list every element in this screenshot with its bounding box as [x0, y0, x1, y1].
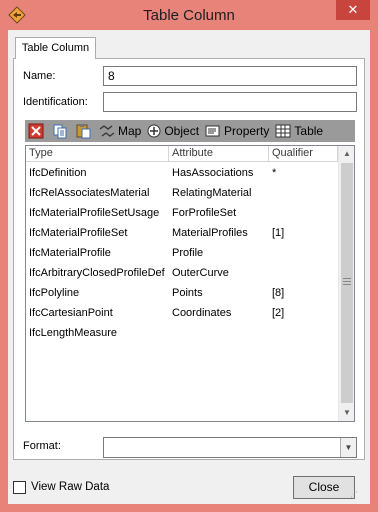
table-row[interactable]: IfcPolyline Points [8] [26, 283, 338, 303]
grid-toolbar: Map Object Property Table [25, 120, 355, 142]
view-raw-data-checkbox[interactable] [13, 481, 26, 494]
close-button[interactable]: Close [293, 476, 355, 499]
cell-attribute: OuterCurve [172, 267, 229, 279]
cell-attribute: RelatingMaterial [172, 187, 252, 199]
cell-attribute: Coordinates [172, 307, 232, 319]
format-label: Format: [23, 440, 61, 452]
cell-type: IfcMaterialProfile [29, 247, 111, 259]
cell-qualifier [269, 323, 338, 343]
map-button[interactable]: Map [99, 124, 141, 138]
grip-icon [343, 278, 351, 285]
grid-rows: IfcDefinition HasAssociations * IfcRelAs… [26, 163, 338, 343]
cell-qualifier [269, 183, 338, 203]
column-header-qualifier[interactable]: Qualifier [269, 146, 338, 162]
table-button[interactable]: Table [275, 124, 323, 138]
cell-type: IfcPolyline [29, 287, 80, 299]
cell-qualifier [269, 203, 338, 223]
table-row[interactable]: IfcRelAssociatesMaterial RelatingMateria… [26, 183, 338, 203]
object-label: Object [164, 124, 200, 138]
table-row[interactable]: IfcMaterialProfileSetUsage ForProfileSet [26, 203, 338, 223]
format-select[interactable]: ▼ [103, 437, 357, 458]
tab-table-column[interactable]: Table Column [15, 37, 96, 59]
identification-field[interactable] [103, 92, 357, 112]
table-row[interactable]: IfcLengthMeasure [26, 323, 338, 343]
cell-attribute: Points [172, 287, 203, 299]
grid-header: Type Attribute Qualifier [26, 146, 338, 162]
identification-label: Identification: [23, 96, 88, 108]
object-button[interactable]: Object [147, 124, 199, 138]
name-field[interactable]: 8 [103, 66, 357, 86]
cell-qualifier: [8] [272, 287, 285, 299]
cell-qualifier: [2] [272, 307, 285, 319]
dialog-client: Table Column Name: 8 Identification: For… [8, 30, 370, 504]
cell-attribute: HasAssociations [172, 167, 254, 179]
close-window-button[interactable]: ✕ [336, 0, 370, 20]
property-label: Property [224, 124, 270, 138]
map-icon [99, 125, 115, 137]
cell-type: IfcLengthMeasure [29, 327, 118, 339]
paste-icon[interactable] [75, 122, 93, 140]
name-label: Name: [23, 70, 56, 82]
scroll-down-icon[interactable]: ▼ [339, 405, 355, 421]
vertical-scrollbar[interactable]: ▲ ▼ [338, 146, 354, 421]
cell-qualifier: [1] [272, 227, 285, 239]
cell-type: IfcDefinition [29, 167, 87, 179]
property-button[interactable]: Property [205, 124, 269, 138]
delete-icon[interactable] [27, 122, 45, 140]
cell-attribute: Profile [172, 247, 204, 259]
column-grid[interactable]: Type Attribute Qualifier IfcDefinition H… [25, 145, 355, 422]
cell-attribute: ForProfileSet [172, 207, 237, 219]
object-icon [147, 124, 161, 138]
table-label: Table [294, 124, 324, 138]
copy-icon[interactable] [51, 122, 69, 140]
cell-type: IfcCartesianPoint [29, 307, 113, 319]
table-row[interactable]: IfcDefinition HasAssociations * [26, 163, 338, 183]
cell-qualifier [269, 243, 338, 263]
cell-attribute [169, 323, 269, 343]
view-raw-data-label[interactable]: View Raw Data [31, 481, 109, 493]
title-bar: Table Column ✕ [0, 0, 378, 30]
cell-type: IfcMaterialProfileSet [29, 227, 128, 239]
table-row[interactable]: IfcMaterialProfile Profile [26, 243, 338, 263]
scroll-up-icon[interactable]: ▲ [339, 146, 355, 162]
column-header-attribute[interactable]: Attribute [169, 146, 269, 162]
resize-grip-icon[interactable]: ⋰ [350, 490, 364, 502]
property-icon [205, 125, 220, 137]
cell-type: IfcRelAssociatesMaterial [29, 187, 150, 199]
map-label: Map [118, 124, 142, 138]
scrollbar-thumb[interactable] [341, 163, 353, 403]
table-row[interactable]: IfcArbitraryClosedProfileDef OuterCurve [26, 263, 338, 283]
dropdown-arrow-icon[interactable]: ▼ [340, 438, 356, 457]
window-title: Table Column [143, 7, 235, 24]
table-row[interactable]: IfcMaterialProfileSet MaterialProfiles [… [26, 223, 338, 243]
table-icon [275, 124, 291, 138]
cell-qualifier [269, 263, 338, 283]
cell-type: IfcMaterialProfileSetUsage [29, 207, 160, 219]
table-row[interactable]: IfcCartesianPoint Coordinates [2] [26, 303, 338, 323]
cell-attribute: MaterialProfiles [172, 227, 248, 239]
cell-type: IfcArbitraryClosedProfileDef [29, 267, 165, 279]
cell-qualifier: * [272, 167, 277, 179]
column-header-type[interactable]: Type [26, 146, 169, 162]
